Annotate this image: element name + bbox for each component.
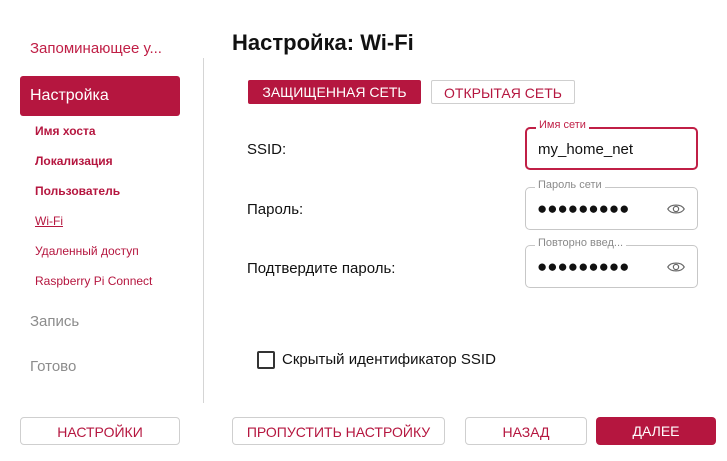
sidebar-step-write: Запись	[30, 313, 80, 330]
eye-icon[interactable]	[667, 200, 685, 218]
page-title: Настройка: Wi-Fi	[232, 30, 414, 55]
back-button[interactable]: НАЗАД	[465, 417, 587, 445]
confirm-password-label: Подтвердите пароль:	[247, 260, 396, 277]
next-button[interactable]: ДАЛЕЕ	[596, 417, 716, 445]
password-input[interactable]: Пароль сети ●●●●●●●●●	[525, 179, 698, 230]
password-label: Пароль:	[247, 201, 304, 218]
hidden-ssid-checkbox[interactable]	[257, 351, 275, 369]
confirm-password-value: ●●●●●●●●●	[537, 257, 630, 276]
sidebar-subitem-wifi[interactable]: Wi-Fi	[35, 214, 63, 228]
sidebar-divider	[203, 58, 204, 403]
sidebar-item-customisation[interactable]: Настройка	[20, 76, 180, 116]
ssid-value: my_home_net	[538, 141, 634, 158]
sidebar-subitem-hostname[interactable]: Имя хоста	[35, 124, 96, 138]
sidebar-step-done: Готово	[30, 358, 77, 375]
ssid-legend: Имя сети	[536, 119, 589, 131]
tab-open-network[interactable]: ОТКРЫТАЯ СЕТЬ	[431, 80, 575, 104]
tab-secure-network[interactable]: ЗАЩИЩЕННАЯ СЕТЬ	[248, 80, 421, 104]
password-legend: Пароль сети	[535, 179, 605, 191]
ssid-label: SSID:	[247, 141, 287, 158]
eye-icon[interactable]	[667, 258, 685, 276]
hidden-ssid-label[interactable]: Скрытый идентификатор SSID	[282, 351, 496, 368]
confirm-password-legend: Повторно введ...	[535, 237, 627, 249]
skip-customisation-button[interactable]: ПРОПУСТИТЬ НАСТРОЙКУ	[232, 417, 445, 445]
sidebar-item-storage[interactable]: Запоминающее у...	[30, 40, 180, 57]
sidebar-subitem-pi-connect[interactable]: Raspberry Pi Connect	[35, 274, 152, 288]
sidebar-subitem-user[interactable]: Пользователь	[35, 184, 120, 198]
confirm-password-input[interactable]: Повторно введ... ●●●●●●●●●	[525, 237, 698, 288]
password-value: ●●●●●●●●●	[537, 199, 630, 218]
ssid-input[interactable]: Имя сети my_home_net	[525, 119, 698, 170]
settings-button[interactable]: НАСТРОЙКИ	[20, 417, 180, 445]
sidebar-subitem-remote-access[interactable]: Удаленный доступ	[35, 244, 139, 258]
sidebar-subitem-localisation[interactable]: Локализация	[35, 154, 113, 168]
